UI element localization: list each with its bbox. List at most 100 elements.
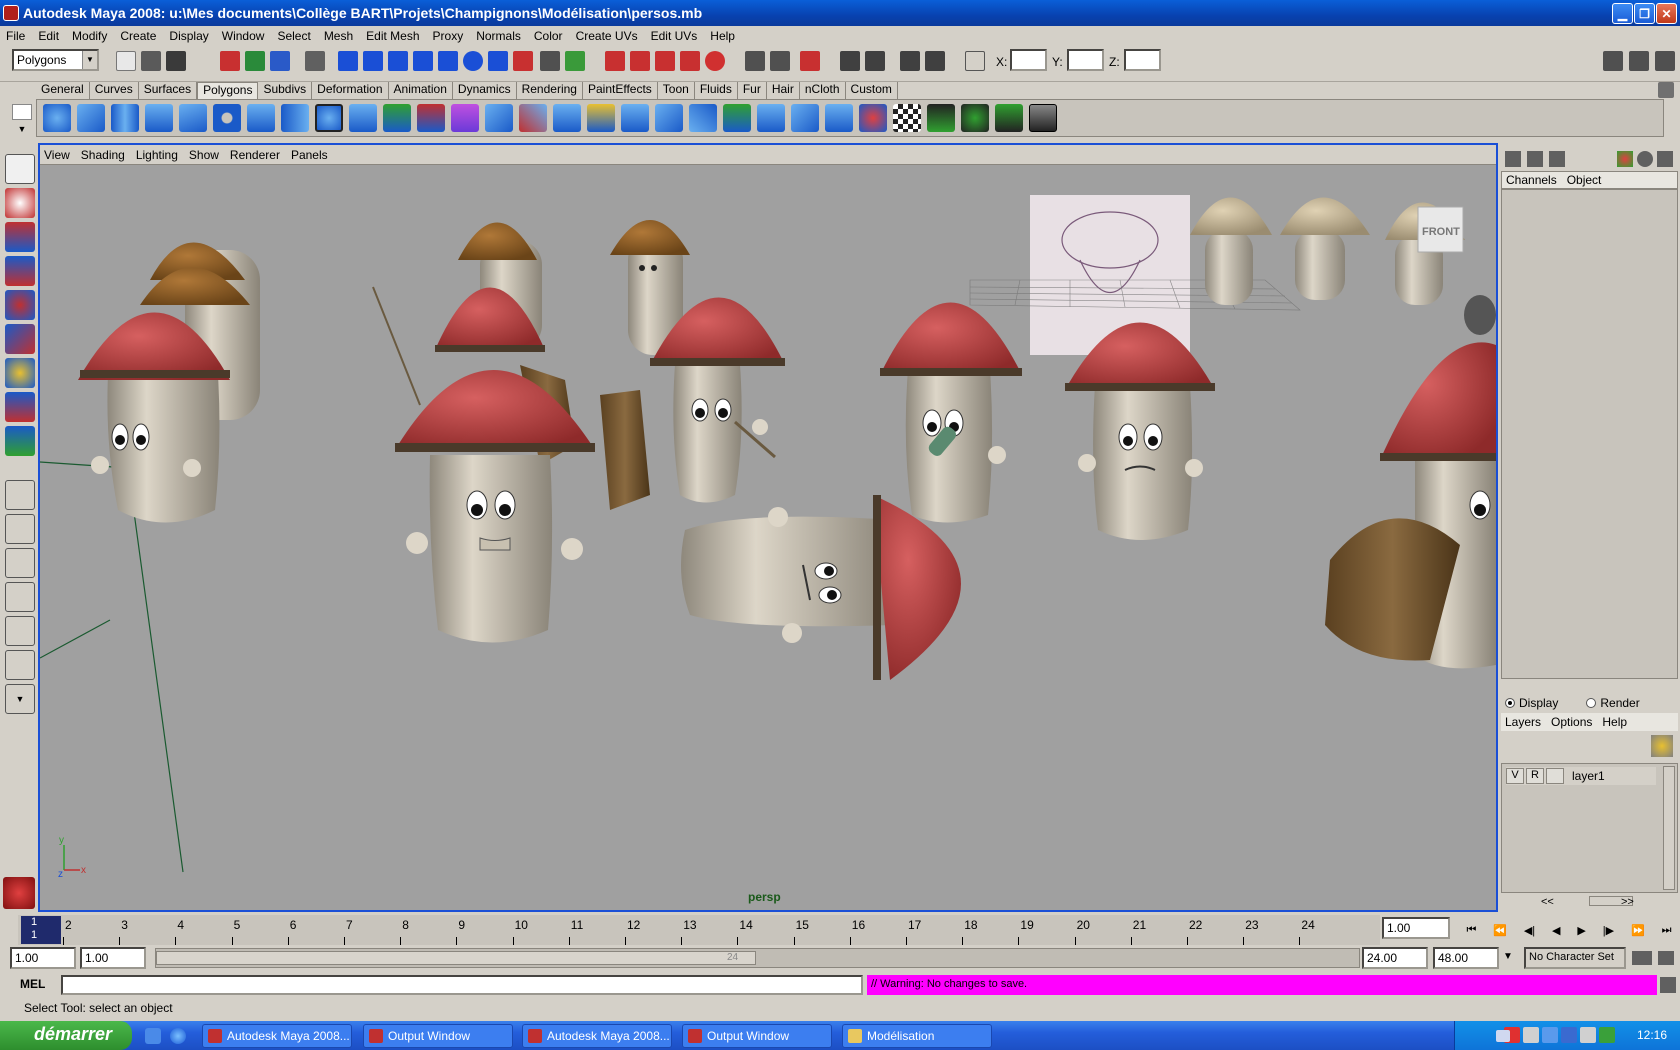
viewport-menu-shading[interactable]: Shading — [81, 148, 125, 162]
update-icon[interactable] — [1599, 1027, 1615, 1043]
network-icon[interactable] — [1542, 1027, 1558, 1043]
taskbar-item-folder[interactable]: Modélisation — [842, 1024, 992, 1048]
pin-icon[interactable] — [1657, 151, 1673, 167]
layer-reference-toggle[interactable]: R — [1526, 768, 1544, 784]
separate-icon[interactable] — [383, 104, 411, 132]
go-to-end-icon[interactable]: ⏭ — [1662, 924, 1672, 937]
character-set-dropdown[interactable]: No Character Set — [1524, 947, 1626, 969]
shelf-tab-curves[interactable]: Curves — [90, 82, 139, 99]
poly-prism-icon[interactable] — [247, 104, 275, 132]
range-slider-handle[interactable]: 24 — [156, 951, 756, 965]
auto-key-options-icon[interactable] — [1617, 151, 1633, 167]
shelf-tab-general[interactable]: General — [36, 82, 90, 99]
smooth-icon[interactable] — [451, 104, 479, 132]
current-time-field[interactable]: 1.00 — [1382, 917, 1450, 939]
mel-label[interactable]: MEL — [20, 977, 45, 991]
insert-edge-loop-icon[interactable] — [689, 104, 717, 132]
script-editor-icon[interactable] — [1660, 977, 1676, 993]
new-scene-icon[interactable] — [116, 51, 136, 71]
select-hierarchy-icon[interactable] — [220, 51, 240, 71]
snap-to-curve-icon[interactable] — [630, 51, 650, 71]
universal-manipulator-icon[interactable] — [5, 358, 35, 388]
poly-plane-icon[interactable] — [179, 104, 207, 132]
z-field[interactable] — [1124, 49, 1161, 71]
chevron-down-icon[interactable]: ▼ — [82, 51, 97, 69]
render-radio[interactable] — [1586, 698, 1597, 708]
scroll-right-button[interactable]: >> — [1621, 896, 1634, 908]
output-history-icon[interactable] — [770, 51, 790, 71]
menu-file[interactable]: File — [6, 29, 25, 43]
mirror-geometry-icon[interactable] — [485, 104, 513, 132]
offset-edge-loop-icon[interactable] — [723, 104, 751, 132]
shelf-tab-toon[interactable]: Toon — [658, 82, 695, 99]
spherical-mapping-icon[interactable] — [961, 104, 989, 132]
persp-hypergraph-layout-icon[interactable] — [5, 650, 35, 680]
split-polygon-icon[interactable] — [655, 104, 683, 132]
select-object-icon[interactable] — [245, 51, 265, 71]
channels-menu[interactable]: Channels — [1506, 173, 1557, 187]
menu-color[interactable]: Color — [534, 29, 563, 43]
scene-render[interactable]: FRONT z y x — [40, 165, 1496, 910]
maximize-button[interactable]: ❐ — [1634, 3, 1655, 24]
trash-icon[interactable] — [1658, 82, 1674, 98]
shelf-tab-fluids[interactable]: Fluids — [695, 82, 738, 99]
y-field[interactable] — [1067, 49, 1104, 71]
step-back-frame-icon[interactable]: ◀| — [1524, 924, 1535, 937]
hypershade-layout-icon[interactable] — [5, 616, 35, 646]
poly-pipe-icon[interactable] — [281, 104, 309, 132]
shelf-tab-subdivs[interactable]: Subdivs — [258, 82, 313, 99]
options-menu[interactable]: Options — [1551, 715, 1592, 729]
save-scene-icon[interactable] — [166, 51, 186, 71]
collapse-icon[interactable] — [791, 104, 819, 132]
step-forward-key-icon[interactable]: ⏩ — [1631, 924, 1645, 937]
object-menu[interactable]: Object — [1567, 173, 1602, 187]
channel-box-toggle-icon[interactable] — [1655, 51, 1675, 71]
bridge-icon[interactable] — [553, 104, 581, 132]
select-rendering-icon[interactable] — [488, 51, 508, 71]
menu-set-dropdown[interactable]: Polygons ▼ — [12, 49, 99, 71]
layer-visibility-toggle[interactable]: V — [1506, 768, 1524, 784]
command-input[interactable] — [61, 975, 863, 995]
animation-start-field[interactable]: 1.00 — [10, 947, 76, 969]
show-manipulator-icon[interactable] — [5, 426, 35, 456]
viewport-menu-renderer[interactable]: Renderer — [230, 148, 280, 162]
display-radio[interactable] — [1505, 698, 1515, 708]
poly-helix-icon[interactable] — [315, 104, 343, 132]
shelf-tab-polygons[interactable]: Polygons — [197, 82, 259, 99]
select-misc-icon[interactable] — [513, 51, 533, 71]
combine-icon[interactable] — [349, 104, 377, 132]
range-options-arrow-icon[interactable]: ▼ — [1503, 951, 1513, 962]
scale-tool-icon[interactable] — [5, 324, 35, 354]
lasso-tool-icon[interactable] — [5, 188, 35, 218]
menu-display[interactable]: Display — [169, 29, 208, 43]
shelf-tab-rendering[interactable]: Rendering — [517, 82, 583, 99]
persp-graph-layout-icon[interactable] — [5, 582, 35, 612]
security-icon[interactable] — [1561, 1027, 1577, 1043]
auto-keyframe-icon[interactable] — [1632, 951, 1652, 965]
poly-sphere-icon[interactable] — [43, 104, 71, 132]
bevel-icon[interactable] — [825, 104, 853, 132]
cylindrical-mapping-icon[interactable] — [995, 104, 1023, 132]
layer-name[interactable]: layer1 — [1572, 769, 1605, 783]
shelf-tab-custom[interactable]: Custom — [846, 82, 898, 99]
construction-history-icon[interactable] — [800, 51, 820, 71]
keyboard-layout-icon[interactable] — [1496, 1030, 1510, 1042]
taskbar-item-maya-1[interactable]: Autodesk Maya 2008... — [202, 1024, 352, 1048]
menu-help[interactable]: Help — [710, 29, 735, 43]
current-frame-marker[interactable]: 1 1 — [21, 916, 61, 944]
minimize-button[interactable]: ▁ — [1612, 3, 1633, 24]
snap-toggle-icon[interactable] — [305, 51, 325, 71]
snap-to-grid-icon[interactable] — [605, 51, 625, 71]
make-live-icon[interactable] — [705, 51, 725, 71]
layout-options-arrow-icon[interactable]: ▼ — [5, 684, 35, 714]
snap-to-point-icon[interactable] — [655, 51, 675, 71]
rotate-tool-icon[interactable] — [5, 290, 35, 320]
snap-to-view-plane-icon[interactable] — [680, 51, 700, 71]
time-slider[interactable]: 1 1 2 3 4 5 6 7 8 9 10 11 12 13 14 15 16 17 18 19 20 21 22 23… — [18, 915, 1380, 945]
channel-box-body[interactable] — [1501, 189, 1678, 679]
select-joint-icon[interactable] — [363, 51, 383, 71]
render-view-icon[interactable] — [840, 51, 860, 71]
soft-modification-icon[interactable] — [5, 392, 35, 422]
boolean-icon[interactable] — [417, 104, 445, 132]
append-polygon-icon[interactable] — [587, 104, 615, 132]
